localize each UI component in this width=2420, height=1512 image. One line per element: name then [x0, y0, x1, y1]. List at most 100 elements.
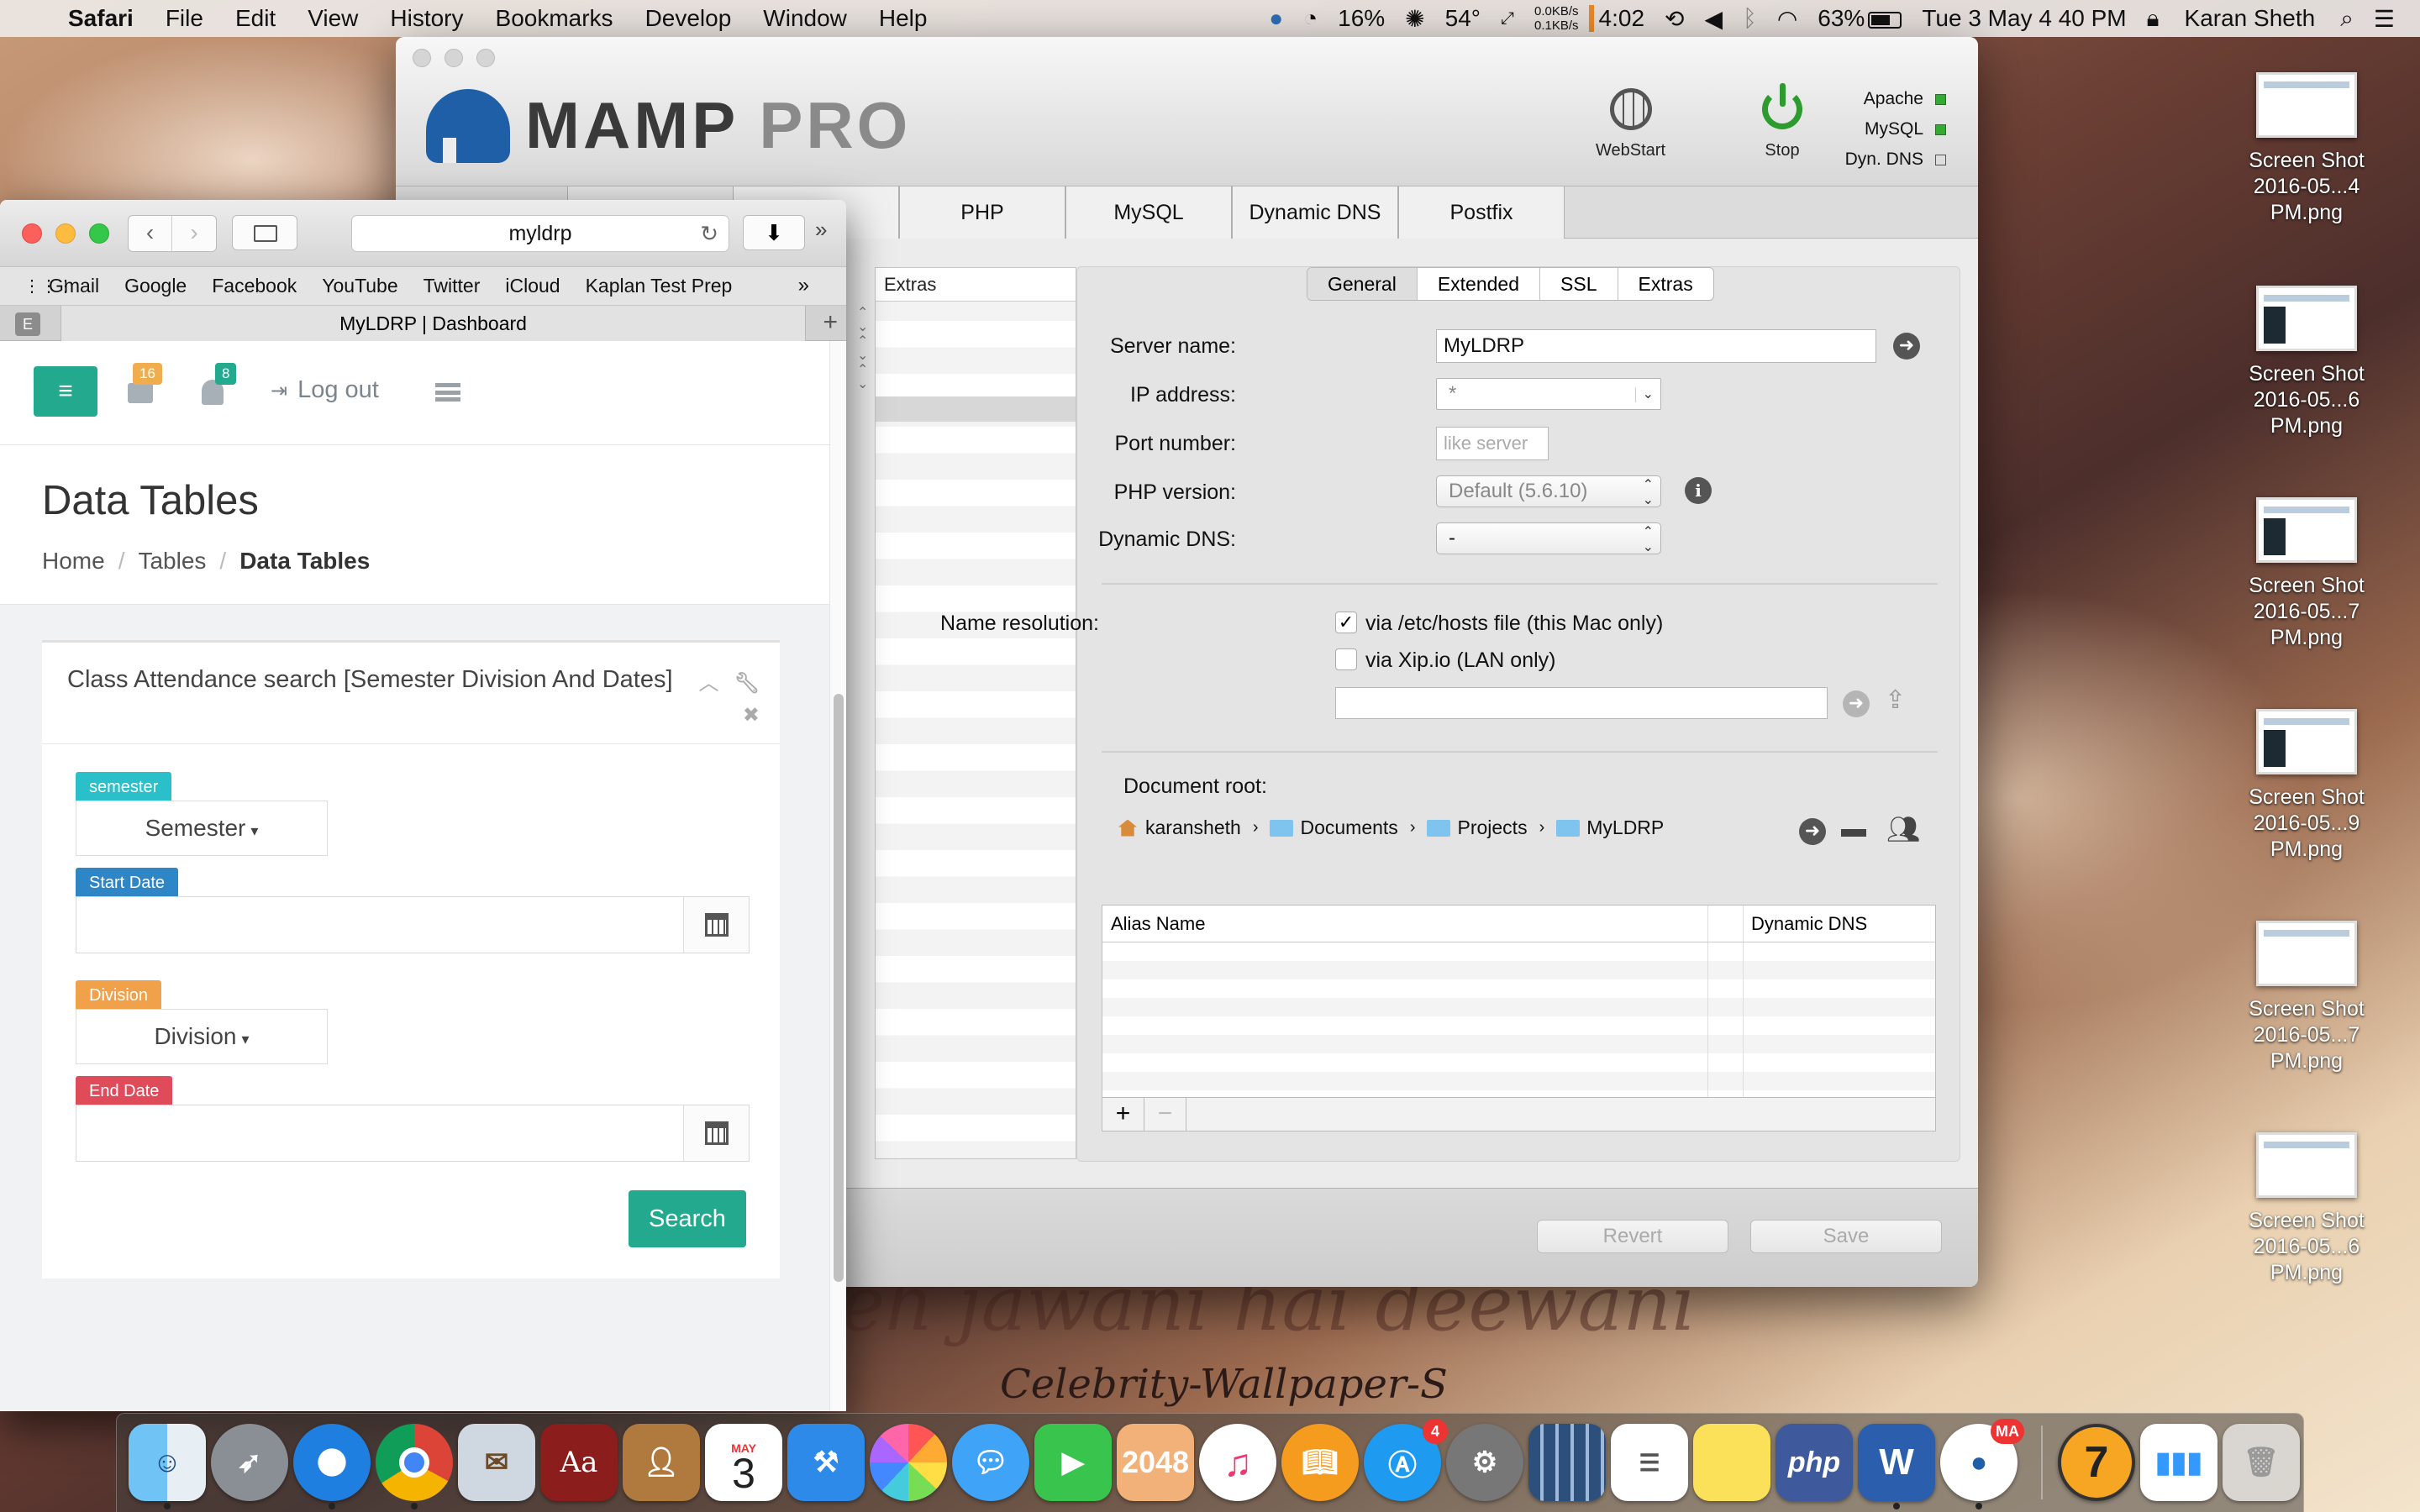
collapse-icon[interactable]: ︿ — [699, 672, 719, 695]
dictionary-icon[interactable]: Aa — [540, 1424, 618, 1501]
mail-icon[interactable]: ✉ — [458, 1424, 535, 1501]
minimize-button[interactable] — [55, 223, 76, 244]
menu-toggle-button[interactable]: ≡ — [34, 366, 97, 417]
webstart-button[interactable]: WebStart — [1596, 84, 1665, 160]
column-sort-arrows[interactable]: ⌃ ⌄ ⌃ ⌄ ⌃ ⌄ — [857, 306, 874, 391]
division-dropdown[interactable]: Division ▾ — [76, 1009, 328, 1064]
ibooks-icon[interactable]: 📖︎ — [1281, 1424, 1359, 1501]
zoom-button[interactable] — [89, 223, 109, 244]
facetime-icon[interactable]: ▶ — [1034, 1424, 1112, 1501]
favorite-twitter[interactable]: Twitter — [424, 275, 481, 297]
expand-icon[interactable]: ⤢ — [1491, 9, 1524, 29]
envelope-icon[interactable] — [128, 383, 153, 403]
desktop-file-screenshot-6[interactable]: Screen Shot 2016-05...6 PM.png — [2235, 1132, 2378, 1286]
remove-alias-button[interactable]: − — [1144, 1098, 1186, 1131]
dynamic-dns-select[interactable]: - ⌃ ⌄ — [1436, 522, 1661, 554]
close-button[interactable] — [22, 223, 42, 244]
end-date-input[interactable] — [76, 1105, 750, 1162]
network-stats[interactable]: 0.0KB/s 0.1KB/s — [1524, 4, 1589, 33]
reminders-icon[interactable]: ☰ — [1611, 1424, 1688, 1501]
calendar-icon[interactable]: MAY 3 — [705, 1424, 782, 1501]
desktop-file-screenshot-2[interactable]: Screen Shot 2016-05...6 PM.png — [2235, 286, 2378, 439]
photos-icon[interactable] — [870, 1424, 947, 1501]
battery-percent[interactable]: 63% — [1807, 5, 1912, 32]
subtab-ssl[interactable]: SSL — [1540, 268, 1618, 300]
menu-bookmarks[interactable]: Bookmarks — [480, 5, 629, 32]
back-button[interactable]: ‹ — [129, 216, 172, 251]
messages-icon[interactable]: 💬︎ — [952, 1424, 1029, 1501]
xip-url-field[interactable] — [1335, 687, 1828, 719]
desktop-file-screenshot-3[interactable]: Screen Shot 2016-05...7 PM.png — [2235, 497, 2378, 651]
php-storm-icon[interactable]: php — [1776, 1424, 1853, 1501]
chrome-icon[interactable] — [376, 1424, 453, 1501]
xcode-icon[interactable]: ⚒ — [787, 1424, 865, 1501]
start-date-input[interactable] — [76, 896, 750, 953]
favorite-gmail[interactable]: Gmail — [49, 275, 99, 297]
time-machine-icon[interactable]: ⟲ — [1655, 5, 1694, 33]
minimize-button[interactable] — [445, 49, 463, 67]
document-root-path[interactable]: karansheth › Documents › Projects › MyLDRP — [1118, 816, 1664, 839]
desktop-file-screenshot-1[interactable]: Screen Shot 2016-05...4 PM.png — [2235, 72, 2378, 226]
scroll-thumb[interactable] — [834, 694, 844, 1282]
semester-dropdown[interactable]: Semester ▾ — [76, 801, 328, 856]
add-alias-button[interactable]: + — [1102, 1098, 1144, 1131]
clock[interactable]: Tue 3 May 4 40 PM — [1912, 5, 2136, 32]
desktop-file-screenshot-5[interactable]: Screen Shot 2016-05...7 PM.png — [2235, 921, 2378, 1074]
forward-button[interactable]: › — [172, 216, 216, 251]
word-icon[interactable]: W — [1858, 1424, 1935, 1501]
menu-file[interactable]: File — [150, 5, 219, 32]
finder-icon[interactable]: ☺ — [129, 1424, 206, 1501]
port-number-field[interactable]: like server — [1436, 427, 1549, 460]
spotlight-search-icon[interactable]: ⌕ — [2330, 5, 2364, 33]
share-icon[interactable]: ⇪ — [1885, 685, 1906, 715]
search-button[interactable]: Search — [629, 1190, 746, 1247]
notification-center-icon[interactable]: ☰ — [2364, 5, 2420, 33]
save-button[interactable]: Save — [1750, 1220, 1942, 1253]
choose-folder-icon[interactable]: ▬ — [1841, 815, 1866, 843]
hosts-file-checkbox[interactable]: ✓ — [1335, 612, 1357, 633]
address-bar[interactable]: myldrp ↻ — [351, 215, 729, 252]
cpu-usage[interactable]: 16% — [1328, 5, 1395, 32]
system-preferences-icon[interactable]: ⚙ — [1446, 1424, 1523, 1501]
reload-icon[interactable]: ↻ — [700, 216, 718, 251]
alias-name-column[interactable]: Alias Name — [1111, 906, 1205, 942]
dynamic-dns-column[interactable]: Dynamic DNS — [1751, 906, 1867, 942]
volume-icon[interactable]: ◀ — [1694, 5, 1733, 33]
launchpad-icon[interactable]: ➶ — [211, 1424, 288, 1501]
notes-icon[interactable] — [1693, 1424, 1770, 1501]
close-icon[interactable]: ✖ — [743, 704, 760, 727]
wrench-icon[interactable]: 🔧︎ — [734, 668, 760, 700]
breadcrumb-tables[interactable]: Tables — [138, 548, 206, 574]
elephant-status-icon[interactable]: ● — [1259, 5, 1293, 32]
info-icon[interactable]: i — [1685, 477, 1712, 504]
desktop-file-screenshot-4[interactable]: Screen Shot 2016-05...9 PM.png — [2235, 709, 2378, 863]
mission-control-icon[interactable] — [1528, 1424, 1606, 1501]
lock-icon[interactable]: 🔒︎ — [2137, 5, 2170, 33]
numbers-chart-icon[interactable]: ▮▮▮ — [2140, 1424, 2217, 1501]
itunes-icon[interactable]: ♫ — [1199, 1424, 1276, 1501]
favorite-google[interactable]: Google — [124, 275, 187, 297]
permissions-users-icon[interactable]: 👥︎ — [1886, 813, 1921, 845]
close-button[interactable] — [413, 49, 431, 67]
safari-icon[interactable] — [293, 1424, 371, 1501]
favorites-overflow-icon[interactable]: » — [798, 274, 809, 297]
tab-dashboard[interactable]: MyLDRP | Dashboard — [60, 306, 806, 341]
menu-develop[interactable]: Develop — [629, 5, 748, 32]
toolbar-overflow-icon[interactable]: » — [815, 217, 827, 243]
zoom-button[interactable] — [476, 49, 495, 67]
calendar-button[interactable] — [683, 1105, 749, 1161]
tab-dynamic-dns[interactable]: Dynamic DNS — [1232, 186, 1398, 239]
selected-host-row[interactable] — [876, 396, 1076, 422]
trash-icon[interactable]: 🗑︎ — [2223, 1424, 2300, 1501]
favorite-facebook[interactable]: Facebook — [212, 275, 297, 297]
php-version-select[interactable]: Default (5.6.10) ⌃ ⌄ — [1436, 475, 1661, 507]
logout-link[interactable]: ⇥ Log out — [271, 376, 379, 404]
top-sites-grid-icon[interactable]: ⋮⋮⋮ — [0, 276, 74, 297]
wifi-icon[interactable]: ◠ — [1767, 5, 1807, 33]
favorite-icloud[interactable]: iCloud — [505, 275, 560, 297]
ip-address-combo[interactable]: * ⌄ — [1436, 378, 1661, 410]
cpu-pie-icon[interactable]: ◔ — [1293, 5, 1328, 32]
favorite-kaplan[interactable]: Kaplan Test Prep — [586, 275, 733, 297]
xip-open-icon[interactable]: ➜ — [1843, 690, 1870, 717]
bluetooth-icon[interactable]: ᛒ — [1733, 5, 1767, 32]
